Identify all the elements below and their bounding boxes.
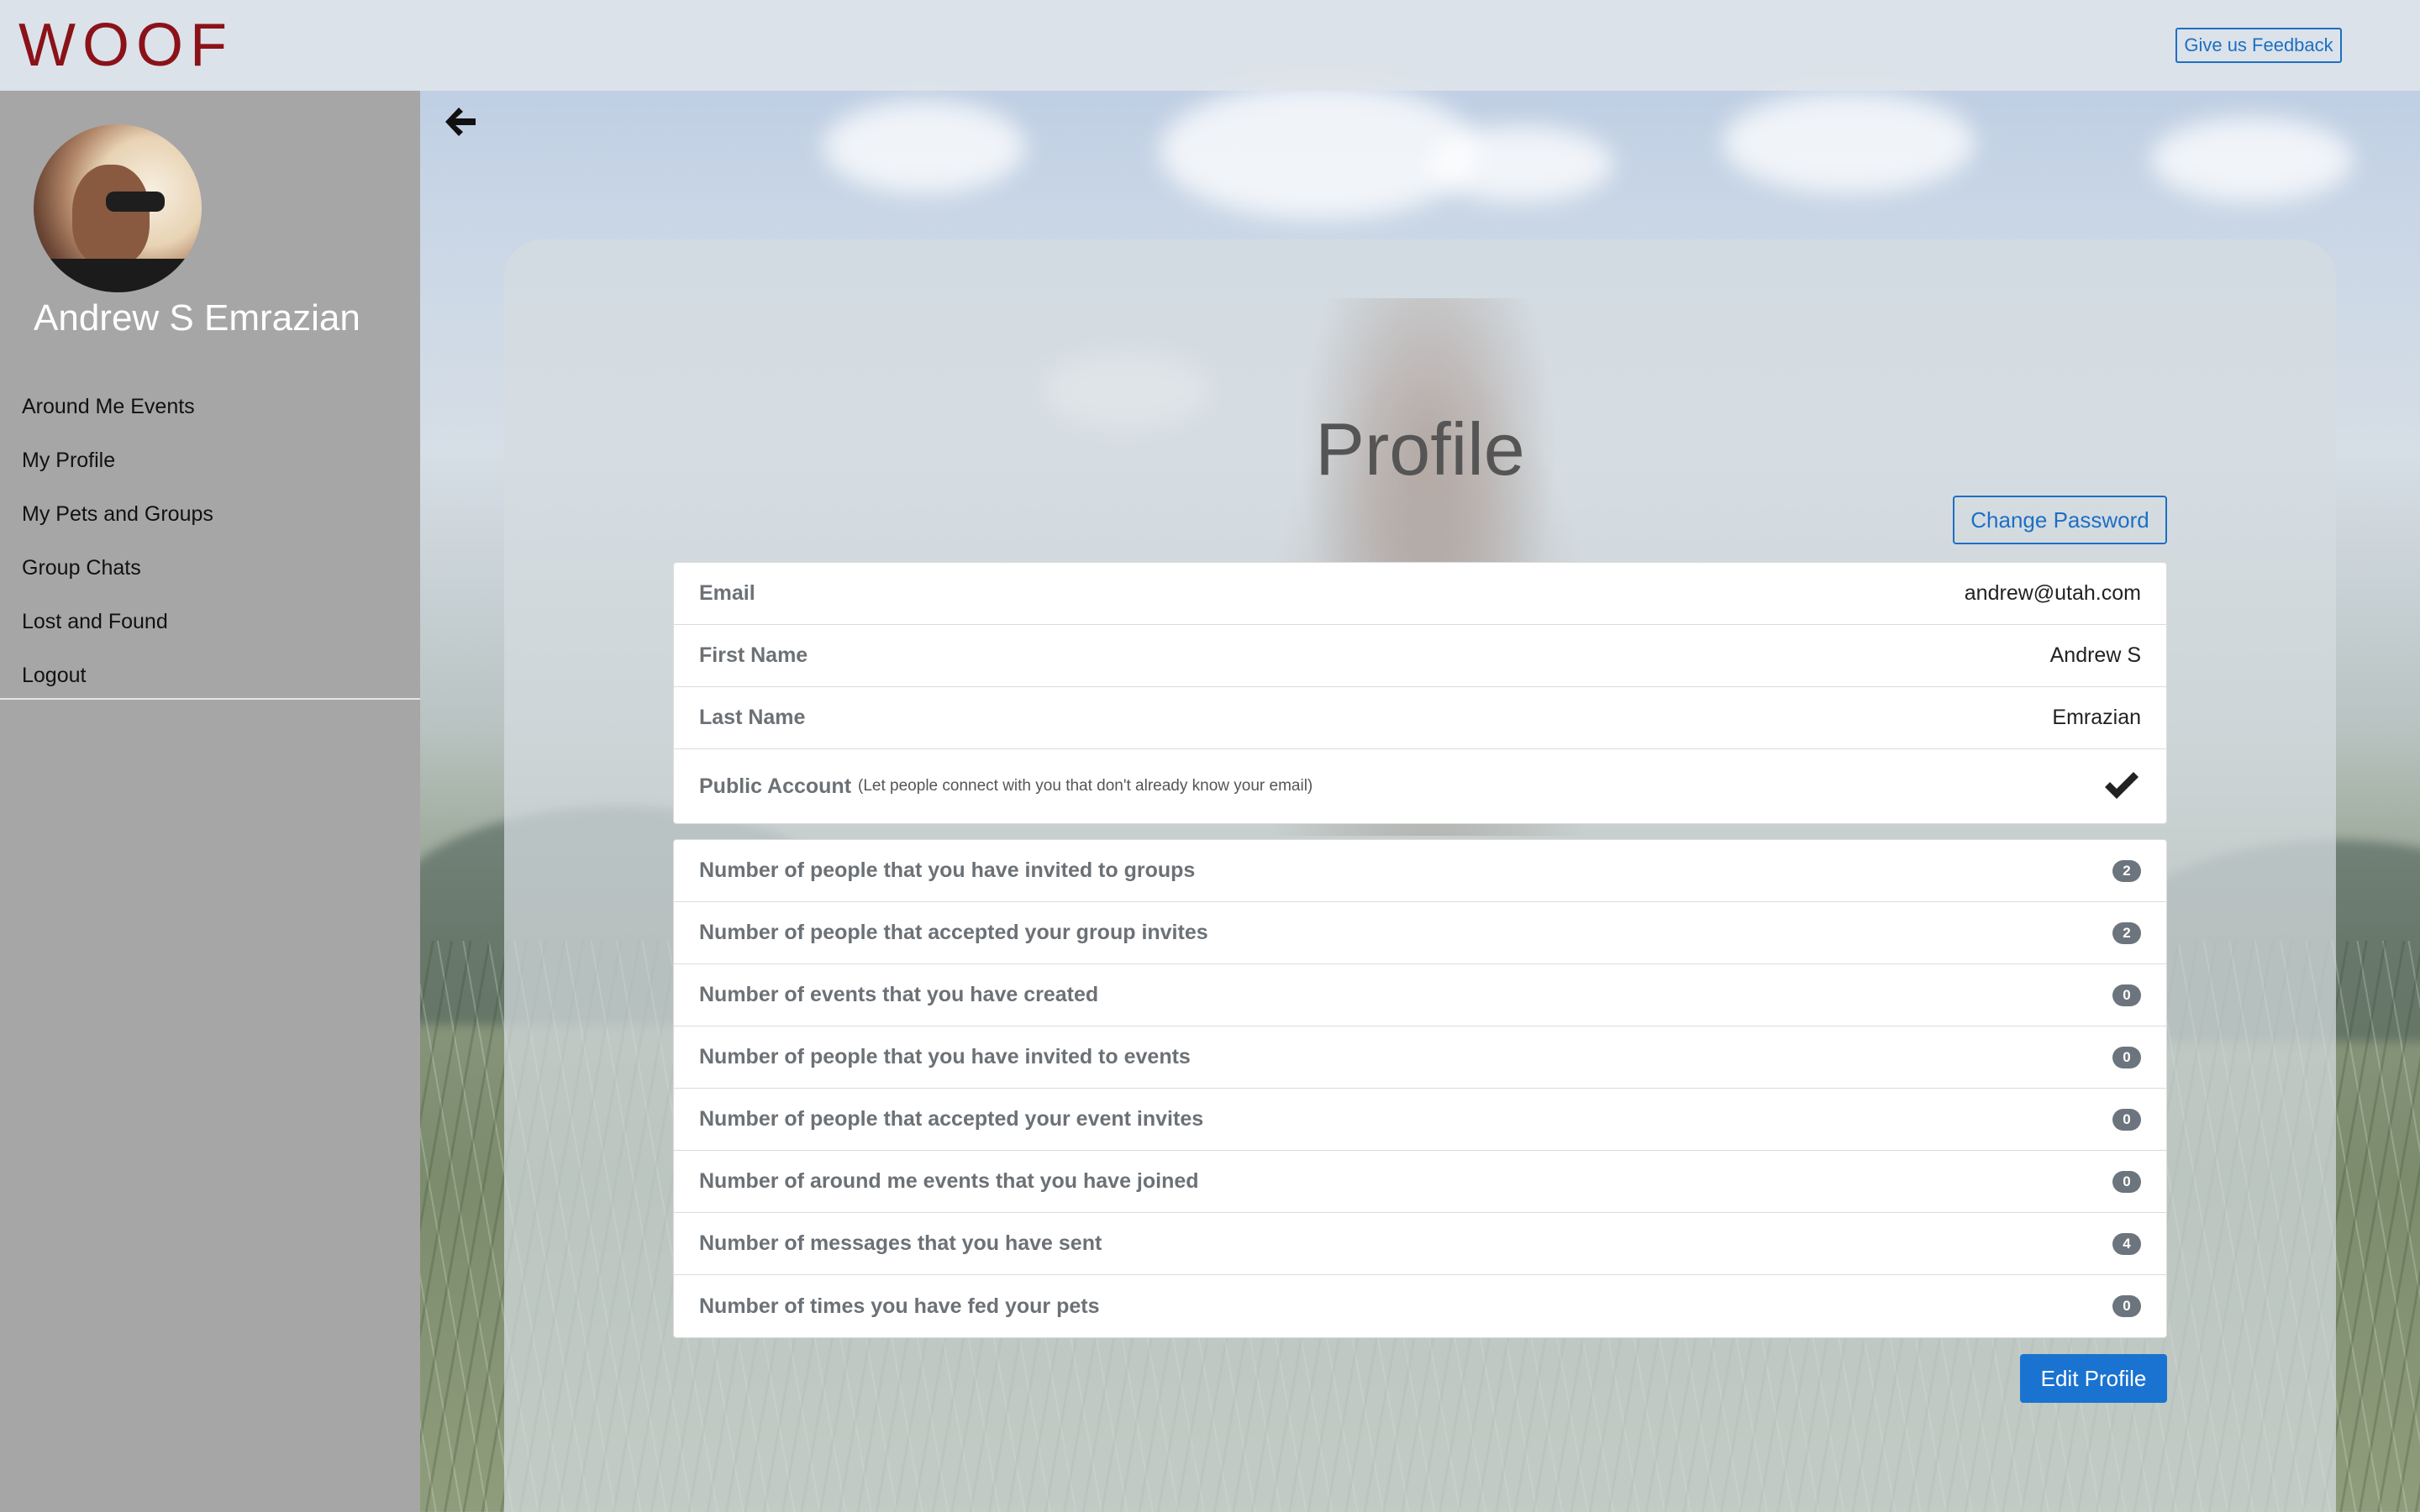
field-label: Public Account bbox=[699, 774, 852, 798]
sidebar-item-around-me-events[interactable]: Around Me Events bbox=[0, 380, 420, 433]
field-value: Andrew S bbox=[2049, 643, 2141, 667]
count-badge: 0 bbox=[2112, 1046, 2141, 1068]
list-item-public-account: Public Account (Let people connect with … bbox=[674, 749, 2166, 823]
stat-row: Number of people that you have invited t… bbox=[674, 1026, 2166, 1089]
top-bar: WOOF Give us Feedback bbox=[0, 0, 2420, 91]
stat-row: Number of people that you have invited t… bbox=[674, 840, 2166, 902]
change-password-button[interactable]: Change Password bbox=[1953, 496, 2167, 544]
sidebar-item-group-chats[interactable]: Group Chats bbox=[0, 541, 420, 595]
stat-label: Number of people that accepted your even… bbox=[699, 1107, 1204, 1131]
count-badge: 2 bbox=[2112, 859, 2141, 882]
count-badge: 4 bbox=[2112, 1232, 2141, 1255]
sidebar-item-lost-and-found[interactable]: Lost and Found bbox=[0, 595, 420, 648]
stat-row: Number of events that you have created 0 bbox=[674, 964, 2166, 1026]
stat-row: Number of around me events that you have… bbox=[674, 1151, 2166, 1213]
sidebar-item-my-profile[interactable]: My Profile bbox=[0, 433, 420, 487]
field-label: First Name bbox=[699, 643, 808, 667]
field-value: Emrazian bbox=[2052, 706, 2141, 729]
stat-label: Number of around me events that you have… bbox=[699, 1169, 1199, 1193]
stat-label: Number of messages that you have sent bbox=[699, 1231, 1102, 1255]
arrow-left-icon[interactable] bbox=[440, 102, 479, 141]
stat-label: Number of people that you have invited t… bbox=[699, 1045, 1191, 1068]
count-badge: 0 bbox=[2112, 1108, 2141, 1131]
list-item-last-name: Last Name Emrazian bbox=[674, 687, 2166, 749]
sidebar-item-my-pets-and-groups[interactable]: My Pets and Groups bbox=[0, 487, 420, 541]
user-name: Andrew S Emrazian bbox=[34, 297, 360, 339]
list-item-email: Email andrew@utah.com bbox=[674, 563, 2166, 625]
edit-profile-button[interactable]: Edit Profile bbox=[2020, 1354, 2167, 1403]
stat-row: Number of times you have fed your pets 0 bbox=[674, 1275, 2166, 1337]
avatar bbox=[34, 124, 202, 292]
sidebar-nav: Around Me Events My Profile My Pets and … bbox=[0, 380, 420, 702]
stat-row: Number of people that accepted your grou… bbox=[674, 902, 2166, 964]
stat-row: Number of people that accepted your even… bbox=[674, 1089, 2166, 1151]
sidebar-divider bbox=[0, 698, 420, 700]
field-label: Email bbox=[699, 581, 755, 605]
count-badge: 0 bbox=[2112, 1170, 2141, 1193]
stat-label: Number of events that you have created bbox=[699, 983, 1099, 1006]
count-badge: 0 bbox=[2112, 1295, 2141, 1317]
field-note: (Let people connect with you that don't … bbox=[858, 777, 1313, 795]
stat-row: Number of messages that you have sent 4 bbox=[674, 1213, 2166, 1275]
field-value: andrew@utah.com bbox=[1964, 581, 2141, 605]
account-info-list: Email andrew@utah.com First Name Andrew … bbox=[673, 562, 2167, 824]
stat-label: Number of people that you have invited t… bbox=[699, 858, 1196, 882]
count-badge: 0 bbox=[2112, 984, 2141, 1006]
sidebar-item-logout[interactable]: Logout bbox=[0, 648, 420, 702]
page-title: Profile bbox=[1315, 407, 1525, 491]
app-logo[interactable]: WOOF bbox=[18, 12, 234, 79]
stat-label: Number of people that accepted your grou… bbox=[699, 921, 1208, 944]
count-badge: 2 bbox=[2112, 921, 2141, 944]
check-icon bbox=[2105, 772, 2139, 799]
give-feedback-button[interactable]: Give us Feedback bbox=[2175, 28, 2342, 63]
stat-label: Number of times you have fed your pets bbox=[699, 1294, 1100, 1318]
field-label: Last Name bbox=[699, 706, 806, 729]
sidebar: Andrew S Emrazian Around Me Events My Pr… bbox=[0, 91, 420, 1512]
stats-list: Number of people that you have invited t… bbox=[673, 839, 2167, 1338]
list-item-first-name: First Name Andrew S bbox=[674, 625, 2166, 687]
